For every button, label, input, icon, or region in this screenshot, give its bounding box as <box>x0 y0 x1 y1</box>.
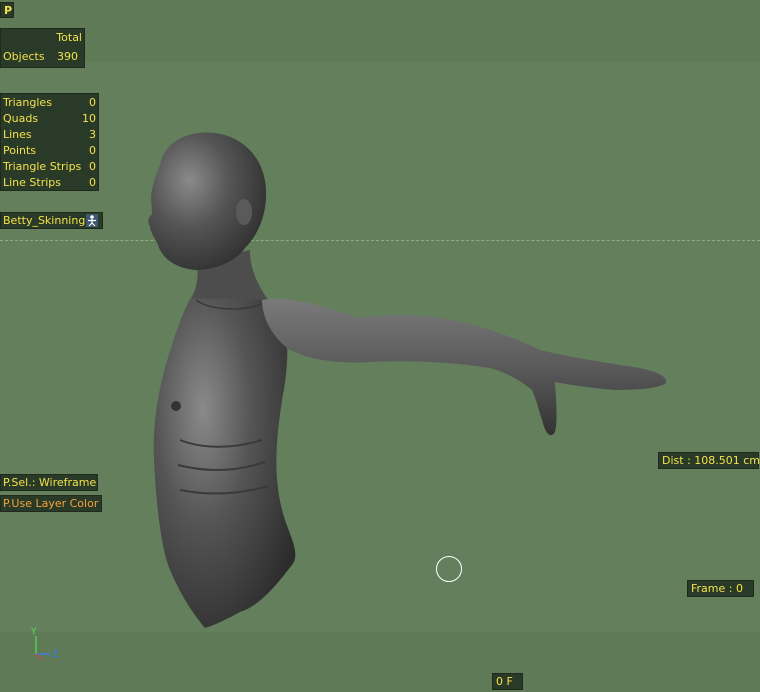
stat-row-lines: Lines 3 <box>1 127 98 143</box>
stat-label: Quads <box>3 112 39 125</box>
objects-value: 390 <box>57 50 78 63</box>
objects-label: Objects <box>3 50 45 63</box>
stat-row-points: Points 0 <box>1 143 98 159</box>
stat-value: 10 <box>82 112 96 125</box>
cursor-ring-icon <box>436 556 462 582</box>
betty-character-model[interactable] <box>0 0 760 692</box>
stat-row-quads: Quads 10 <box>1 111 98 127</box>
axis-z-label: Z <box>52 650 58 660</box>
stat-label: Triangle Strips <box>3 160 82 173</box>
model-chest-detail <box>171 401 181 411</box>
model-torso <box>153 291 296 628</box>
stat-value: 0 <box>89 176 96 189</box>
skinning-figure-icon <box>86 214 98 227</box>
objects-total-header: Total <box>56 31 82 44</box>
axis-y-label: Y <box>30 627 37 637</box>
puse-layer-color-button[interactable]: P.Use Layer Color <box>0 495 102 512</box>
stat-value: 0 <box>89 144 96 157</box>
stat-row-triangle-strips: Triangle Strips 0 <box>1 159 98 175</box>
stat-label: Lines <box>3 128 32 141</box>
stat-label: Points <box>3 144 37 157</box>
frame-readout: Frame : 0 <box>687 580 754 597</box>
p-button[interactable]: P <box>0 2 14 18</box>
axis-gizmo-icon: Y Z <box>30 627 58 661</box>
stat-row-line-strips: Line Strips 0 <box>1 175 98 191</box>
model-ear <box>236 199 252 225</box>
layer-name-label: Betty_Skinning <box>3 214 86 227</box>
objects-total-panel: Total Objects 390 <box>0 28 85 68</box>
layer-name-button[interactable]: Betty_Skinning <box>0 212 103 229</box>
psel-wireframe-button[interactable]: P.Sel.: Wireframe <box>0 474 98 491</box>
3d-viewport[interactable]: P Total Objects 390 Triangles 0 Quads 10 L… <box>0 0 760 692</box>
stat-value: 3 <box>89 128 96 141</box>
frame-counter: 0 F <box>492 673 523 690</box>
primitive-stats-panel: Triangles 0 Quads 10 Lines 3 Points 0 Triang… <box>0 93 99 191</box>
stat-value: 0 <box>89 160 96 173</box>
stat-label: Line Strips <box>3 176 62 189</box>
stat-value: 0 <box>89 96 96 109</box>
stat-label: Triangles <box>3 96 52 109</box>
distance-readout: Dist : 108.501 cm <box>658 452 760 469</box>
model-arm <box>262 298 667 436</box>
stat-row-triangles: Triangles 0 <box>1 95 98 111</box>
